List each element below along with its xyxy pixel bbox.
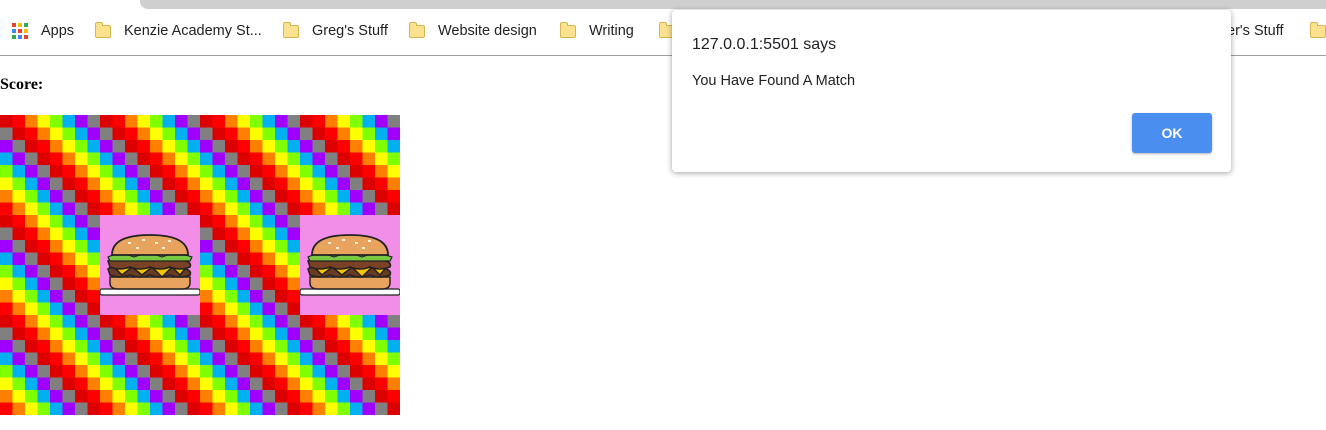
cheeseburger-icon bbox=[100, 215, 200, 315]
memory-card-face-down[interactable] bbox=[300, 315, 400, 415]
memory-card-face-down[interactable] bbox=[0, 215, 100, 315]
memory-card-face-up[interactable] bbox=[100, 215, 200, 315]
memory-card-face-down[interactable] bbox=[100, 115, 200, 215]
bookmark-label: Kenzie Academy St... bbox=[124, 23, 262, 39]
card-back-pattern bbox=[0, 315, 100, 415]
memory-card-face-down[interactable] bbox=[0, 315, 100, 415]
memory-card-face-down[interactable] bbox=[200, 315, 300, 415]
card-back-pattern bbox=[0, 115, 100, 215]
dialog-title: 127.0.0.1:5501 says bbox=[692, 36, 837, 53]
card-back-pattern bbox=[200, 315, 300, 415]
bookmark-overflow[interactable] bbox=[1310, 19, 1326, 43]
memory-card-face-down[interactable] bbox=[0, 115, 100, 215]
folder-icon bbox=[560, 21, 576, 38]
bookmark-writing[interactable]: Writing bbox=[560, 19, 634, 43]
game-board bbox=[0, 115, 400, 415]
bookmark-partial-stuff[interactable]: er's Stuff bbox=[1227, 19, 1284, 43]
score-label: Score: bbox=[0, 76, 44, 93]
apps-grid-icon bbox=[12, 23, 28, 39]
card-back-pattern bbox=[0, 215, 100, 315]
folder-icon bbox=[283, 21, 299, 38]
bookmark-label: Website design bbox=[438, 23, 537, 39]
bookmark-label: er's Stuff bbox=[1227, 23, 1284, 39]
dialog-message: You Have Found A Match bbox=[692, 73, 856, 89]
bookmark-website-design[interactable]: Website design bbox=[409, 19, 537, 43]
ok-button[interactable]: OK bbox=[1132, 113, 1212, 153]
bookmark-gregs-stuff[interactable]: Greg's Stuff bbox=[283, 19, 388, 43]
bookmark-apps[interactable]: Apps bbox=[12, 19, 74, 43]
bookmark-label: Greg's Stuff bbox=[312, 23, 388, 39]
bookmark-label: Writing bbox=[589, 23, 634, 39]
memory-card-face-down[interactable] bbox=[200, 215, 300, 315]
card-back-pattern bbox=[100, 115, 200, 215]
memory-card-face-up[interactable] bbox=[300, 215, 400, 315]
folder-icon bbox=[95, 21, 111, 38]
folder-icon bbox=[1310, 21, 1326, 38]
bookmark-kenzie-academy[interactable]: Kenzie Academy St... bbox=[95, 19, 262, 43]
folder-icon bbox=[409, 21, 425, 38]
card-back-pattern bbox=[200, 215, 300, 315]
cheeseburger-icon bbox=[300, 215, 400, 315]
memory-card-face-down[interactable] bbox=[100, 315, 200, 415]
card-back-pattern bbox=[100, 315, 200, 415]
memory-card-face-down[interactable] bbox=[200, 115, 300, 215]
card-back-pattern bbox=[200, 115, 300, 215]
card-back-pattern bbox=[300, 115, 400, 215]
alert-dialog: 127.0.0.1:5501 says You Have Found A Mat… bbox=[672, 10, 1231, 172]
tab-strip-edge bbox=[140, 0, 1326, 9]
memory-card-face-down[interactable] bbox=[300, 115, 400, 215]
bookmark-label: Apps bbox=[41, 23, 75, 39]
card-back-pattern bbox=[300, 315, 400, 415]
